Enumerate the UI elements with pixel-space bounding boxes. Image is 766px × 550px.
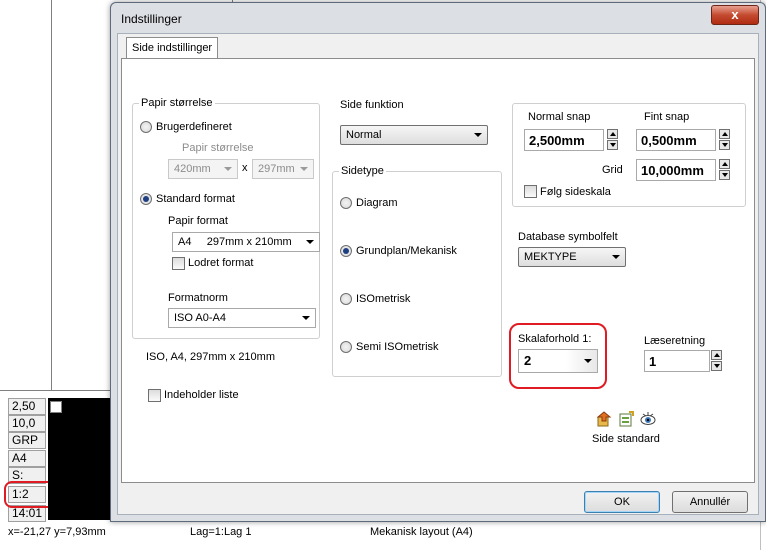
close-button[interactable]: x — [711, 5, 759, 25]
reading-direction-label: Læseretning — [644, 335, 706, 347]
import-standard-icon[interactable] — [596, 411, 612, 427]
format-norm-select[interactable]: ISO A0-A4 — [168, 308, 316, 328]
db-symbol-label: Database symbolfelt — [518, 231, 618, 243]
grid-input[interactable]: 10,000mm — [636, 159, 716, 181]
side-cell-snap: 2,50 — [8, 398, 46, 415]
dialog-title: Indstillinger — [121, 12, 182, 26]
chevron-down-icon — [612, 255, 620, 259]
grid-spinner[interactable] — [719, 159, 730, 181]
reading-direction-spinner[interactable] — [711, 350, 722, 372]
portrait-label: Lodret format — [188, 257, 254, 269]
radio-custom[interactable] — [140, 121, 152, 133]
size-separator: x — [242, 162, 248, 174]
fine-snap-spinner[interactable] — [719, 129, 730, 151]
tab-pane: Papir størrelse Brugerdefineret Papir st… — [121, 58, 755, 483]
spin-up-icon[interactable] — [711, 350, 722, 360]
grid-label: Grid — [602, 164, 623, 176]
new-standard-icon[interactable] — [618, 411, 634, 427]
side-cell-grid: 10,0 — [8, 415, 46, 432]
chevron-down-icon — [584, 359, 592, 363]
spin-up-icon[interactable] — [607, 129, 618, 139]
custom-label: Brugerdefineret — [156, 121, 232, 133]
custom-width-select[interactable]: 420mm — [168, 159, 238, 179]
settings-dialog: Indstillinger x Side indstillinger Papir… — [110, 2, 766, 522]
preview-toggle-icon[interactable] — [50, 401, 62, 413]
scale-value: 2 — [524, 353, 532, 368]
status-coordinates: x=-21,27 y=7,93mm — [8, 526, 106, 538]
page-function-legend: Side funktion — [340, 99, 404, 111]
page-type-legend: Sidetype — [341, 165, 384, 177]
spin-down-icon[interactable] — [607, 140, 618, 150]
scale-label: Skalaforhold 1: — [518, 333, 592, 345]
format-norm-label: Formatnorm — [168, 292, 228, 304]
chevron-down-icon — [306, 240, 314, 244]
canvas-border-bottom — [0, 390, 115, 391]
radio-isometric[interactable] — [340, 293, 352, 305]
preview-area — [48, 398, 114, 520]
paper-format-label: Papir format — [168, 215, 228, 227]
tab-page-settings[interactable]: Side indstillinger — [126, 37, 218, 59]
chevron-down-icon — [302, 316, 310, 320]
portrait-checkbox[interactable] — [172, 257, 185, 270]
spin-up-icon[interactable] — [719, 129, 730, 139]
side-cell-format: A4 — [8, 450, 46, 467]
option-diagram: Diagram — [356, 197, 398, 209]
paper-summary: ISO, A4, 297mm x 210mm — [146, 351, 275, 363]
radio-semi-isometric[interactable] — [340, 341, 352, 353]
ok-button[interactable]: OK — [584, 491, 660, 513]
dialog-client: Side indstillinger Papir størrelse Bruge… — [117, 33, 759, 515]
custom-paper-size-label: Papir størrelse — [182, 142, 254, 154]
custom-height-value: 297mm — [258, 163, 295, 175]
contains-list-label: Indeholder liste — [164, 389, 239, 401]
spin-down-icon[interactable] — [719, 170, 730, 180]
normal-snap-spinner[interactable] — [607, 129, 618, 151]
db-symbol-select[interactable]: MEKTYPE — [518, 247, 626, 267]
radio-diagram[interactable] — [340, 197, 352, 209]
reading-direction-input[interactable]: 1 — [644, 350, 710, 372]
scale-select[interactable]: 2 — [518, 349, 598, 373]
page-function-value: Normal — [346, 129, 382, 141]
spin-up-icon[interactable] — [719, 159, 730, 169]
spin-down-icon[interactable] — [711, 361, 722, 371]
paper-size-legend: Papir størrelse — [141, 97, 213, 109]
custom-height-select[interactable]: 297mm — [252, 159, 314, 179]
follow-scale-label: Følg sideskala — [540, 186, 611, 198]
status-layer: Lag=1:Lag 1 — [190, 526, 252, 538]
option-isometric: ISOmetrisk — [356, 293, 411, 305]
custom-width-value: 420mm — [174, 163, 211, 175]
chevron-down-icon — [300, 167, 308, 171]
side-cell-grp: GRP — [8, 432, 46, 449]
status-layout: Mekanisk layout (A4) — [370, 526, 473, 538]
follow-scale-checkbox[interactable] — [524, 185, 537, 198]
contains-list-checkbox[interactable] — [148, 389, 161, 402]
normal-snap-input[interactable]: 2,500mm — [524, 129, 604, 151]
dialog-titlebar[interactable]: Indstillinger x — [111, 3, 765, 33]
paper-format-select[interactable]: A4 297mm x 210mm — [172, 232, 320, 252]
chevron-down-icon — [474, 133, 482, 137]
cancel-button[interactable]: Annullér — [672, 491, 748, 513]
normal-snap-label: Normal snap — [528, 111, 591, 123]
db-symbol-value: MEKTYPE — [524, 251, 577, 263]
view-standard-icon[interactable] — [640, 411, 656, 427]
option-floorplan: Grundplan/Mekanisk — [356, 245, 457, 257]
standard-label: Standard format — [156, 193, 235, 205]
paper-format-value: A4 297mm x 210mm — [178, 236, 292, 248]
fine-snap-label: Fint snap — [644, 111, 690, 123]
radio-floorplan[interactable] — [340, 245, 352, 257]
chevron-down-icon — [224, 167, 232, 171]
fine-snap-input[interactable]: 0,500mm — [636, 129, 716, 151]
side-standard-label: Side standard — [592, 433, 660, 445]
page-function-select[interactable]: Normal — [340, 125, 488, 145]
format-norm-value: ISO A0-A4 — [174, 312, 226, 324]
radio-standard[interactable] — [140, 193, 152, 205]
option-semi-isometric: Semi ISOmetrisk — [356, 341, 439, 353]
spin-down-icon[interactable] — [719, 140, 730, 150]
canvas-border-left — [51, 0, 52, 390]
